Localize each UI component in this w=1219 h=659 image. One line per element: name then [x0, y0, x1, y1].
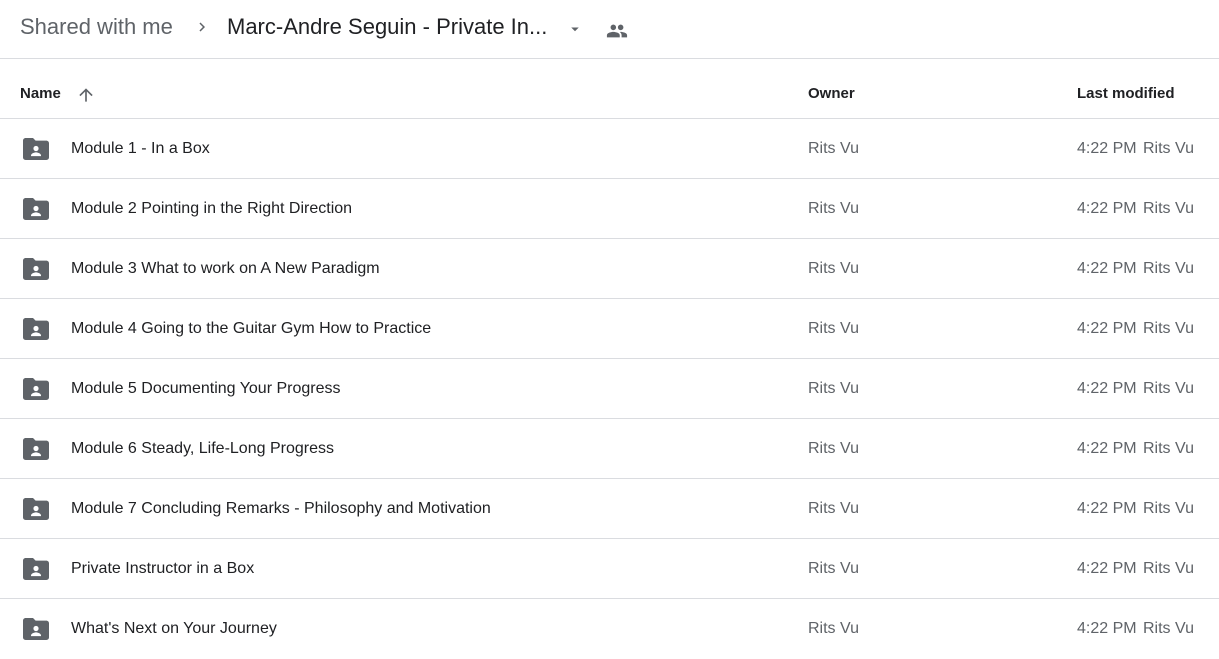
table-row[interactable]: Module 1 - In a Box Rits Vu 4:22 PM Rits… [0, 119, 1219, 179]
column-header-name[interactable]: Name [20, 85, 61, 102]
modified-time: 4:22 PM [1077, 440, 1137, 457]
shared-folder-icon [23, 198, 49, 220]
modified-time: 4:22 PM [1077, 260, 1137, 277]
owner-name: Rits Vu [808, 440, 859, 457]
column-header-last-modified[interactable]: Last modified [1077, 85, 1175, 102]
table-row[interactable]: Private Instructor in a Box Rits Vu 4:22… [0, 539, 1219, 599]
shared-folder-icon [23, 618, 49, 640]
modified-time: 4:22 PM [1077, 320, 1137, 337]
modified-time: 4:22 PM [1077, 140, 1137, 157]
modified-by: Rits Vu [1143, 560, 1194, 577]
file-name: Module 2 Pointing in the Right Direction [71, 200, 353, 217]
table-row[interactable]: Module 5 Documenting Your Progress Rits … [0, 359, 1219, 419]
shared-folder-icon [23, 438, 49, 460]
column-header-row: Name Owner Last modified [0, 59, 1219, 119]
breadcrumb-bar: Shared with me Marc-Andre Seguin - Priva… [0, 0, 1219, 59]
chevron-right-icon [199, 22, 205, 32]
owner-name: Rits Vu [808, 200, 859, 217]
file-name: Module 5 Documenting Your Progress [71, 380, 341, 397]
modified-by: Rits Vu [1143, 260, 1194, 277]
people-icon [606, 24, 628, 38]
modified-time: 4:22 PM [1077, 560, 1137, 577]
file-list: Module 1 - In a Box Rits Vu 4:22 PM Rits… [0, 119, 1219, 659]
table-row[interactable]: What's Next on Your Journey Rits Vu 4:22… [0, 599, 1219, 659]
file-name: Module 6 Steady, Life-Long Progress [71, 440, 334, 457]
modified-by: Rits Vu [1143, 380, 1194, 397]
table-row[interactable]: Module 7 Concluding Remarks - Philosophy… [0, 479, 1219, 539]
column-header-owner: Owner [808, 85, 855, 102]
shared-folder-icon [23, 558, 49, 580]
shared-folder-icon [23, 258, 49, 280]
modified-time: 4:22 PM [1077, 620, 1137, 637]
modified-by: Rits Vu [1143, 200, 1194, 217]
file-name: What's Next on Your Journey [71, 620, 277, 637]
owner-name: Rits Vu [808, 140, 859, 157]
modified-by: Rits Vu [1143, 500, 1194, 517]
table-row[interactable]: Module 2 Pointing in the Right Direction… [0, 179, 1219, 239]
table-row[interactable]: Module 3 What to work on A New Paradigm … [0, 239, 1219, 299]
shared-folder-icon [23, 138, 49, 160]
modified-by: Rits Vu [1143, 140, 1194, 157]
modified-by: Rits Vu [1143, 320, 1194, 337]
caret-down-icon[interactable] [566, 20, 584, 38]
owner-name: Rits Vu [808, 320, 859, 337]
breadcrumb-root-link[interactable]: Shared with me [20, 13, 173, 41]
table-row[interactable]: Module 6 Steady, Life-Long Progress Rits… [0, 419, 1219, 479]
shared-folder-icon [23, 378, 49, 400]
modified-time: 4:22 PM [1077, 380, 1137, 397]
file-name: Private Instructor in a Box [71, 560, 255, 577]
table-row[interactable]: Module 4 Going to the Guitar Gym How to … [0, 299, 1219, 359]
file-name: Module 3 What to work on A New Paradigm [71, 260, 380, 277]
owner-name: Rits Vu [808, 500, 859, 517]
owner-name: Rits Vu [808, 380, 859, 397]
arrow-up-icon[interactable] [76, 85, 96, 105]
owner-name: Rits Vu [808, 620, 859, 637]
owner-name: Rits Vu [808, 260, 859, 277]
owner-name: Rits Vu [808, 560, 859, 577]
modified-by: Rits Vu [1143, 440, 1194, 457]
shared-folder-icon [23, 318, 49, 340]
modified-by: Rits Vu [1143, 620, 1194, 637]
modified-time: 4:22 PM [1077, 500, 1137, 517]
file-name: Module 7 Concluding Remarks - Philosophy… [71, 500, 491, 517]
file-name: Module 4 Going to the Guitar Gym How to … [71, 320, 432, 337]
modified-time: 4:22 PM [1077, 200, 1137, 217]
shared-folder-icon [23, 498, 49, 520]
breadcrumb-current-folder[interactable]: Marc-Andre Seguin - Private In... [227, 13, 547, 41]
file-name: Module 1 - In a Box [71, 140, 210, 157]
